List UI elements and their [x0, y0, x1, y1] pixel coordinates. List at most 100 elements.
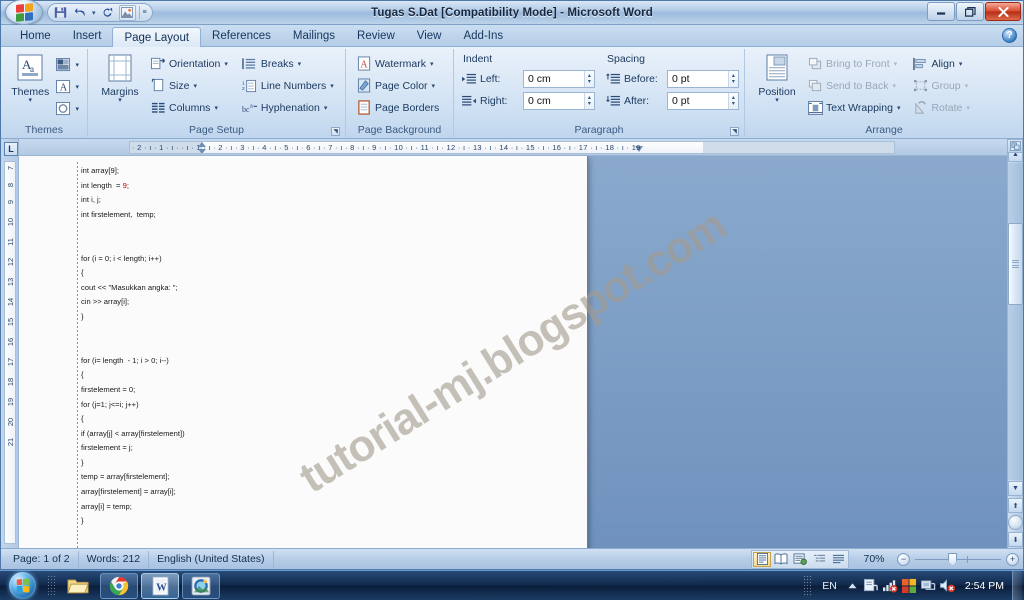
taskbar-item-media[interactable]	[182, 572, 220, 599]
scroll-track[interactable]	[1007, 163, 1023, 480]
page-color-button[interactable]: Page Color ▾	[353, 75, 442, 96]
page-indicator[interactable]: Page: 1 of 2	[5, 550, 79, 568]
tab-references[interactable]: References	[201, 26, 282, 46]
zoom-track[interactable]	[915, 552, 1001, 566]
text-wrapping-dropdown-icon[interactable]: ▾	[897, 104, 901, 112]
view-full-screen-reading-button[interactable]	[772, 552, 790, 567]
spacing-after-spin-arrows[interactable]: ▴ ▾	[727, 93, 738, 109]
view-outline-button[interactable]	[810, 552, 828, 567]
indent-left-stepper[interactable]: ▴▾	[523, 70, 595, 88]
indent-right-input[interactable]	[524, 93, 584, 109]
redo-icon[interactable]	[99, 5, 116, 21]
orientation-dropdown-icon[interactable]: ▾	[224, 60, 228, 68]
previous-page-button[interactable]: ⬆	[1008, 498, 1023, 513]
zoom-slider[interactable]: − +	[897, 552, 1019, 566]
view-print-layout-button[interactable]	[753, 551, 771, 567]
page-borders-button[interactable]: Page Borders	[353, 97, 442, 118]
document-text[interactable]: int array[9]; int length = 9; int i, j; …	[81, 164, 579, 548]
start-button[interactable]	[0, 571, 44, 600]
vertical-scrollbar[interactable]: ▲ ▼ ⬆ ⬇	[1007, 139, 1023, 548]
tab-add-ins[interactable]: Add-Ins	[452, 26, 514, 46]
tab-page-layout[interactable]: Page Layout	[112, 27, 202, 47]
spacing-after-input[interactable]	[668, 93, 728, 109]
breaks-button[interactable]: Breaks ▾	[239, 53, 337, 74]
horizontal-ruler[interactable]: · 2 · ı · 1 · ı · · ı · 1 · ı · 2 · ı · …	[129, 140, 895, 154]
undo-dropdown-icon[interactable]: ▾	[92, 9, 96, 17]
office-button[interactable]	[3, 0, 45, 25]
spacing-after-stepper[interactable]: ▴▾	[667, 92, 739, 110]
taskbar-item-chrome[interactable]	[100, 572, 138, 599]
save-icon[interactable]	[52, 5, 69, 21]
orientation-button[interactable]: Orientation ▾	[147, 53, 231, 74]
tab-review[interactable]: Review	[346, 26, 406, 46]
word-count[interactable]: Words: 212	[79, 550, 150, 568]
size-dropdown-icon[interactable]: ▾	[193, 82, 197, 90]
close-button[interactable]	[985, 2, 1021, 21]
text-wrapping-button[interactable]: Text Wrapping ▾	[804, 97, 903, 118]
hyphenation-dropdown-icon[interactable]: ▾	[324, 104, 328, 112]
align-dropdown-icon[interactable]: ▾	[959, 60, 963, 68]
indent-left-spin-arrows[interactable]: ▴ ▾	[583, 71, 594, 87]
theme-fonts-button[interactable]: A ▾	[54, 76, 80, 97]
send-to-back-button[interactable]: Send to Back ▾	[804, 75, 903, 96]
left-indent-marker[interactable]	[198, 141, 207, 153]
group-dropdown-icon[interactable]: ▾	[965, 82, 969, 90]
language-bar[interactable]: EN	[816, 580, 843, 592]
document-scroll-area[interactable]: int array[9]; int length = 9; int i, j; …	[19, 156, 1007, 548]
tab-mailings[interactable]: Mailings	[282, 26, 346, 46]
tab-home[interactable]: Home	[9, 26, 62, 46]
zoom-level[interactable]: 70%	[857, 553, 891, 565]
bring-to-front-button[interactable]: Bring to Front ▾	[804, 53, 903, 74]
zoom-in-button[interactable]: +	[1006, 552, 1019, 566]
spacing-before-input[interactable]	[668, 71, 728, 87]
undo-icon[interactable]	[72, 5, 89, 21]
customize-qat-icon[interactable]: ≡	[143, 9, 147, 16]
taskbar-item-explorer[interactable]	[59, 573, 97, 599]
quick-launch-grip[interactable]	[47, 574, 56, 597]
tab-stop-selector[interactable]: L	[4, 142, 18, 156]
picture-icon[interactable]	[118, 4, 136, 21]
help-icon[interactable]: ?	[1002, 28, 1017, 43]
language-indicator[interactable]: English (United States)	[149, 550, 274, 568]
action-center-icon[interactable]	[862, 576, 881, 596]
indent-left-input[interactable]	[524, 71, 584, 87]
network-connection-icon[interactable]	[919, 576, 938, 596]
tab-insert[interactable]: Insert	[62, 26, 113, 46]
margins-dropdown-icon[interactable]: ▾	[118, 97, 122, 104]
minimize-button[interactable]	[927, 2, 955, 21]
watermark-dropdown-icon[interactable]: ▾	[430, 60, 434, 68]
theme-fonts-dropdown-icon[interactable]: ▾	[75, 83, 79, 91]
theme-colors-button[interactable]: ▾	[54, 54, 80, 75]
vertical-split-bar[interactable]	[1007, 139, 1023, 153]
network-icon[interactable]	[881, 576, 900, 596]
position-dropdown-icon[interactable]: ▾	[775, 97, 779, 104]
hyphenation-button[interactable]: bc a Hyphenation ▾	[239, 97, 337, 118]
position-button[interactable]: Position ▾	[752, 52, 802, 104]
show-desktop-button[interactable]	[1012, 570, 1022, 600]
zoom-thumb[interactable]	[948, 552, 957, 566]
watermark-button[interactable]: A Watermark ▾	[353, 53, 442, 74]
send-to-back-dropdown-icon[interactable]: ▾	[892, 82, 896, 90]
columns-dropdown-icon[interactable]: ▾	[214, 104, 218, 112]
rotate-button[interactable]: Rotate ▾	[909, 97, 972, 118]
spacing-before-spin-arrows[interactable]: ▴ ▾	[727, 71, 738, 87]
page-setup-dialog-launcher-icon[interactable]: ◥	[331, 127, 340, 136]
themes-dropdown-icon[interactable]: ▾	[28, 97, 32, 104]
taskbar-clock[interactable]: 2:54 PM	[957, 580, 1012, 592]
antivirus-icon[interactable]	[900, 576, 919, 596]
vertical-ruler[interactable]: L 7 8 9 10 11 12 13 14 15 16 17 18 19 20…	[1, 139, 19, 548]
restore-button[interactable]	[956, 2, 984, 21]
document-page[interactable]: int array[9]; int length = 9; int i, j; …	[19, 156, 587, 548]
next-page-button[interactable]: ⬇	[1008, 532, 1023, 547]
tray-grip[interactable]	[803, 574, 813, 597]
volume-muted-icon[interactable]	[938, 576, 957, 596]
taskbar-item-word[interactable]: W	[141, 572, 179, 599]
align-button[interactable]: Align ▾	[909, 53, 972, 74]
line-numbers-dropdown-icon[interactable]: ▾	[330, 82, 334, 90]
view-draft-button[interactable]	[829, 552, 847, 567]
theme-colors-dropdown-icon[interactable]: ▾	[75, 61, 79, 69]
rotate-dropdown-icon[interactable]: ▾	[966, 104, 970, 112]
line-numbers-button[interactable]: 1 2 Line Numbers ▾	[239, 75, 337, 96]
scroll-thumb[interactable]	[1007, 223, 1023, 305]
spacing-before-stepper[interactable]: ▴▾	[667, 70, 739, 88]
